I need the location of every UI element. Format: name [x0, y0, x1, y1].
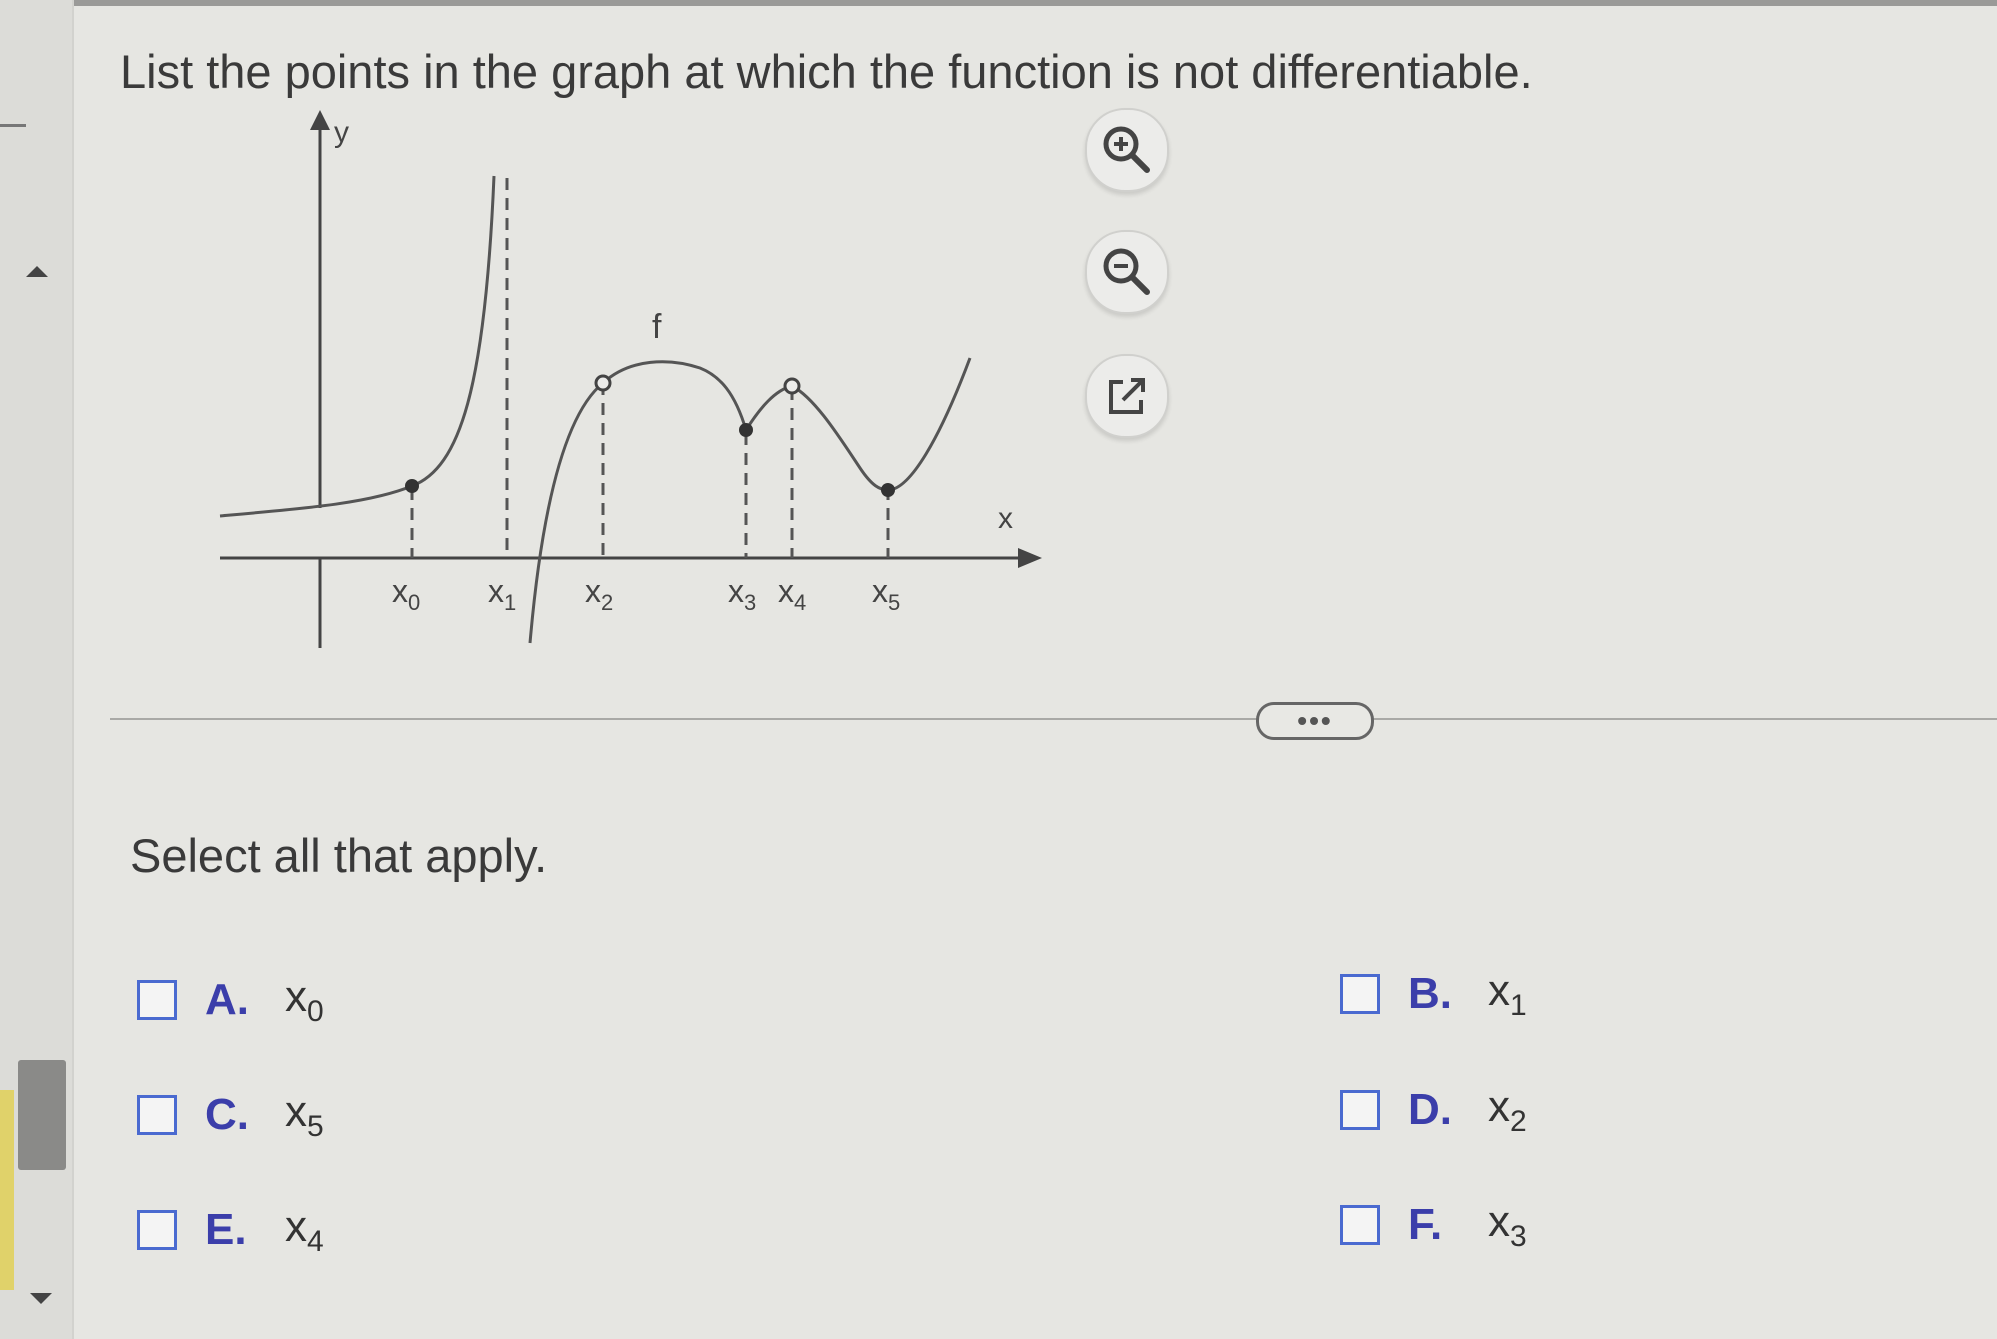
checkbox-f[interactable] — [1340, 1205, 1380, 1245]
x-axis-arrowhead — [1018, 548, 1042, 568]
point-x0 — [405, 479, 419, 493]
option-letter: E. — [205, 1205, 247, 1254]
option-value: x2 — [1488, 1081, 1527, 1138]
checkbox-a[interactable] — [137, 980, 177, 1020]
option-letter: C. — [205, 1090, 249, 1139]
scroll-up-arrow-icon[interactable] — [26, 266, 48, 277]
question-text: List the points in the graph at which th… — [120, 45, 1533, 98]
option-value: x1 — [1488, 965, 1527, 1022]
tick-label-x4: x4 — [778, 573, 806, 615]
point-x5 — [881, 483, 895, 497]
option-value: x5 — [285, 1086, 324, 1143]
zoom-in-button[interactable] — [1085, 108, 1169, 192]
option-value: x3 — [1488, 1196, 1527, 1253]
tick-label-x5: x5 — [872, 573, 900, 615]
option-letter: B. — [1408, 969, 1452, 1018]
checkbox-c[interactable] — [137, 1095, 177, 1135]
instruction-text: Select all that apply. — [130, 829, 548, 882]
top-border — [0, 0, 1997, 6]
external-link-icon — [1109, 378, 1145, 414]
option-f[interactable]: F. x3 — [1340, 1195, 1527, 1255]
tick-label-x3: x3 — [728, 573, 756, 615]
option-b[interactable]: B. x1 — [1340, 964, 1527, 1024]
point-x3 — [739, 423, 753, 437]
zoom-out-button[interactable] — [1085, 230, 1169, 314]
option-d[interactable]: D. x2 — [1340, 1080, 1527, 1140]
option-e[interactable]: E. x4 — [137, 1200, 324, 1260]
section-divider — [110, 718, 1997, 720]
x-axis-label: x — [998, 502, 1013, 535]
left-scroll-rail[interactable] — [0, 0, 74, 1339]
tick-label-x1: x1 — [488, 573, 516, 615]
option-value: x4 — [285, 1201, 324, 1258]
option-letter: F. — [1408, 1200, 1443, 1249]
scrollbar-thumb[interactable] — [18, 1060, 66, 1170]
function-label: f — [652, 308, 662, 346]
point-x2-open — [594, 374, 612, 392]
scroll-down-arrow-icon[interactable] — [30, 1293, 52, 1304]
checkbox-b[interactable] — [1340, 974, 1380, 1014]
checkbox-d[interactable] — [1340, 1090, 1380, 1130]
more-button[interactable]: ••• — [1256, 702, 1374, 740]
popout-button[interactable] — [1085, 354, 1169, 438]
tick-label-x2: x2 — [585, 573, 613, 615]
tick-label-x0: x0 — [392, 573, 420, 615]
option-letter: D. — [1408, 1085, 1452, 1134]
option-letter: A. — [205, 975, 249, 1024]
curve-left-branch — [219, 175, 496, 518]
zoom-in-icon — [1103, 126, 1150, 173]
point-x4-open — [783, 377, 801, 395]
zoom-out-icon — [1103, 248, 1150, 295]
y-axis-arrowhead — [310, 110, 330, 130]
option-value: x0 — [285, 971, 324, 1028]
option-c[interactable]: C. x5 — [137, 1085, 324, 1145]
side-marker — [0, 124, 26, 127]
checkbox-e[interactable] — [137, 1210, 177, 1250]
option-a[interactable]: A. x0 — [137, 970, 324, 1030]
y-axis-label: y — [334, 116, 349, 149]
function-graph: y x f x0 x1 x2 x3 x4 x5 — [219, 110, 1042, 648]
highlight-strip — [0, 1090, 14, 1290]
